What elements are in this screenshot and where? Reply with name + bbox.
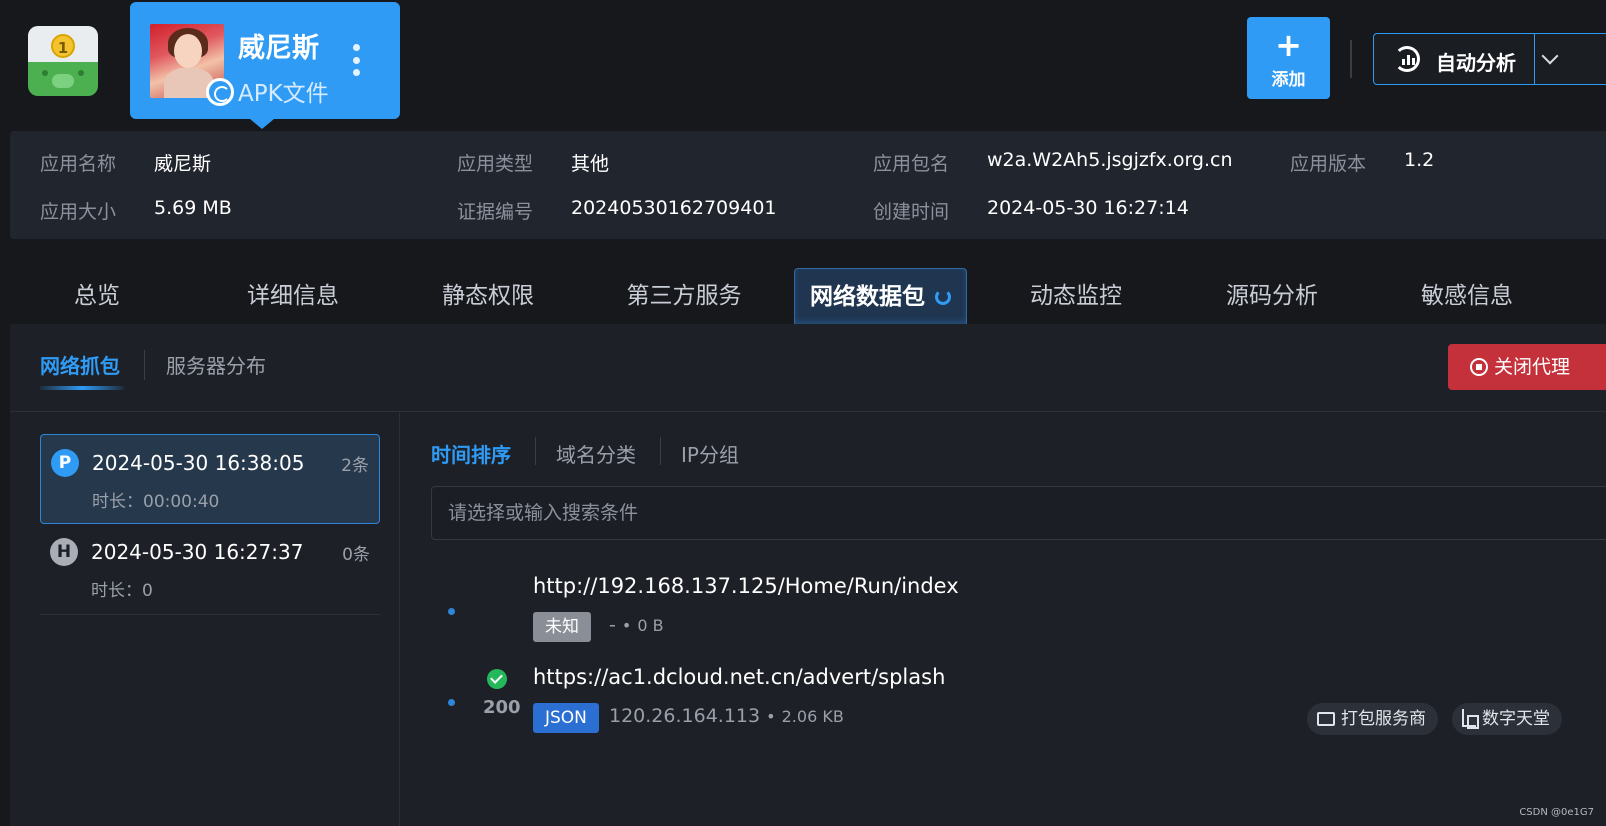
app-info-panel: 应用名称 威尼斯 应用类型 其他 应用包名 w2a.W2Ah5.jsgjzfx.… [10,131,1606,239]
tab-source-analysis[interactable]: 源码分析 [1200,268,1344,324]
app-file-type: APK文件 [238,81,329,107]
chevron-down-icon[interactable] [1541,47,1559,65]
check-circle-icon [487,669,507,689]
plus-icon: + [1275,26,1302,64]
request-size: 0 B [637,616,664,635]
request-meta: 120.26.164.113 • 2.06 KB [609,705,844,727]
sub-tab-bar: 网络抓包 服务器分布 关闭代理 [10,324,1606,412]
request-meta: - • 0 B [609,614,664,636]
request-panel: 时间排序 域名分类 IP分组 http://192.168.137.125/Ho… [401,413,1606,826]
request-ip: 120.26.164.113 [609,705,761,727]
app-card[interactable]: 威尼斯 APK文件 [130,2,400,129]
tab-group-by-domain[interactable]: 域名分类 [556,439,636,468]
pig-icon [52,74,74,88]
search-input[interactable] [431,486,1606,540]
auto-analyze-label: 自动分析 [1436,51,1516,75]
package-label: 应用包名 [873,153,950,175]
request-ip: - [609,614,616,636]
protocol-badge: H [50,538,78,566]
status-code: 200 [483,697,521,718]
tab-details[interactable]: 详细信息 [221,268,365,324]
stop-icon [1470,358,1488,376]
building-icon [1462,709,1479,729]
briefcase-icon [1317,712,1335,726]
package-value: w2a.W2Ah5.jsgjzfx.org.cn [987,149,1233,171]
app-name-value: 威尼斯 [154,153,212,175]
created-value: 2024-05-30 16:27:14 [987,197,1189,219]
tab-network-packets[interactable]: 网络数据包 [794,268,967,324]
vendor-chip[interactable]: 数字天堂 [1452,703,1562,735]
evidence-label: 证据编号 [457,201,534,223]
app-type-label: 应用类型 [457,153,534,175]
bullet-icon [448,608,455,615]
tab-network-packets-label: 网络数据包 [810,284,925,310]
request-row[interactable]: http://192.168.137.125/Home/Run/index 未知… [431,574,1606,660]
tab-dynamic-monitor[interactable]: 动态监控 [1004,268,1148,324]
content-type-tag: JSON [533,703,599,733]
tab-static-permissions[interactable]: 静态权限 [416,268,560,324]
tab-network-capture[interactable]: 网络抓包 [40,350,120,379]
request-size: 2.06 KB [781,707,844,726]
session-duration: 时长：0 [91,581,153,601]
session-item[interactable]: H 2024-05-30 16:27:37 0条 时长：0 [40,524,380,614]
coin-icon: 1 [51,34,75,58]
watermark: CSDN @0e1G7 [1519,807,1594,818]
tab-third-party[interactable]: 第三方服务 [612,268,756,324]
loading-spinner-icon [935,289,951,305]
loading-badge-icon [206,78,234,106]
tab-sort-by-time[interactable]: 时间排序 [431,439,511,468]
session-list: P 2024-05-30 16:38:05 2条 时长：00:00:40 H 2… [10,413,400,826]
network-content: 网络抓包 服务器分布 关闭代理 P 2024-05-30 16:38:05 2条… [10,324,1606,826]
created-label: 创建时间 [873,201,950,223]
request-url: https://ac1.dcloud.net.cn/advert/splash [533,665,946,689]
app-type-value: 其他 [571,153,610,175]
bullet-icon [448,699,455,706]
session-time: 2024-05-30 16:27:37 [91,540,304,564]
request-row[interactable]: 200 https://ac1.dcloud.net.cn/advert/spl… [431,665,1606,751]
session-duration: 时长：00:00:40 [92,492,220,512]
session-count: 2条 [341,456,369,476]
session-count: 0条 [342,545,370,565]
session-time: 2024-05-30 16:38:05 [92,451,305,475]
add-button-label: 添加 [1271,70,1306,90]
protocol-badge: P [51,449,79,477]
active-tab-indicator [40,386,124,390]
analytics-icon [1394,46,1420,72]
auto-analyze-button[interactable]: 自动分析 [1373,33,1606,85]
evidence-value: 20240530162709401 [571,197,777,219]
close-proxy-button[interactable]: 关闭代理 [1448,344,1606,390]
close-proxy-label: 关闭代理 [1494,356,1571,378]
add-button[interactable]: + 添加 [1247,17,1330,99]
app-name-label: 应用名称 [40,153,117,175]
request-url: http://192.168.137.125/Home/Run/index [533,574,959,598]
tab-group-by-ip[interactable]: IP分组 [681,439,739,468]
content-type-tag: 未知 [533,612,591,642]
packager-chip[interactable]: 打包服务商 [1307,703,1438,735]
size-value: 5.69 MB [154,197,232,219]
product-logo: 1 [28,26,98,96]
tab-server-distribution[interactable]: 服务器分布 [166,350,266,379]
version-value: 1.2 [1404,149,1435,171]
session-item[interactable]: P 2024-05-30 16:38:05 2条 时长：00:00:40 [40,434,380,524]
app-name: 威尼斯 [238,33,319,64]
size-label: 应用大小 [40,201,117,223]
more-vertical-icon[interactable] [352,44,360,76]
toolbar-divider [1350,40,1352,78]
tab-overview[interactable]: 总览 [25,268,169,324]
tab-sensitive-info[interactable]: 敏感信息 [1395,268,1539,324]
version-label: 应用版本 [1290,153,1367,175]
